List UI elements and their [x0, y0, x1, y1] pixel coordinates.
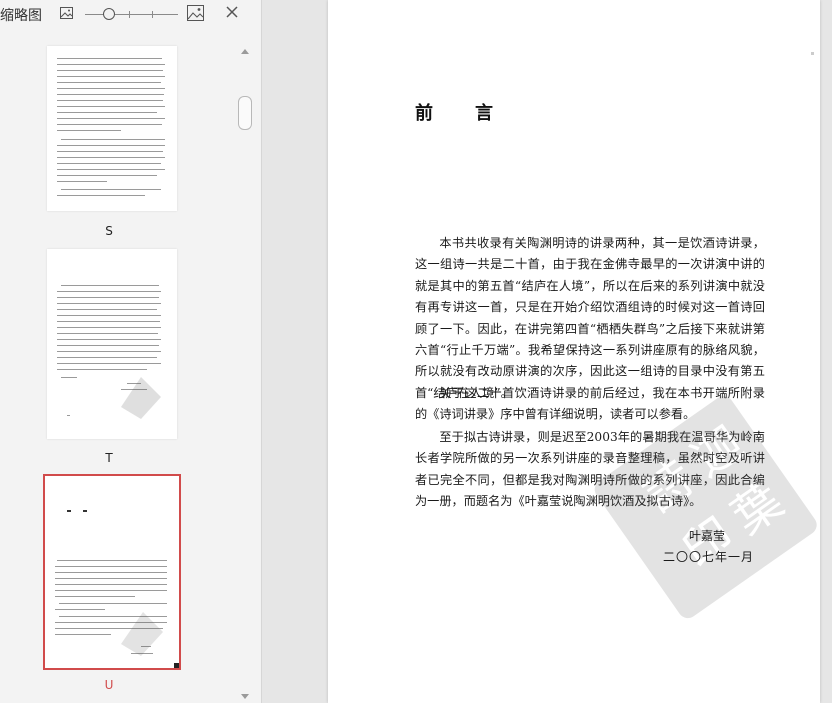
slider-tick: [152, 11, 153, 18]
close-panel-icon[interactable]: [224, 4, 240, 20]
thumbnail-size-slider-handle[interactable]: [103, 8, 115, 20]
watermark-seal-thumbnail: [121, 612, 163, 656]
preface-paragraph: 本书共收录有关陶渊明诗的讲录两种，其一是饮酒诗讲录，这一组诗一共是二十首，由于我…: [415, 236, 765, 400]
page-thumbnail-selected[interactable]: [43, 474, 181, 670]
zoom-in-thumbnail-icon[interactable]: [187, 5, 204, 21]
signature-date: 二〇〇七年一月: [663, 550, 755, 564]
page-thumbnail[interactable]: [47, 46, 177, 211]
thumbnail-toolbar: 缩略图: [0, 0, 262, 30]
scroll-down-arrow-icon[interactable]: [241, 694, 249, 699]
watermark-seal-image: 詩 迦 印 葉: [594, 396, 817, 619]
page-title: 前言: [415, 103, 535, 124]
thumbnail-corner-marker: [174, 663, 179, 668]
thumbnail-panel: 缩略图 S T U: [0, 0, 262, 703]
thumbnail-label-selected: U: [104, 678, 114, 692]
page-edge-mark: [811, 52, 814, 55]
thumbnail-label: S: [105, 224, 113, 238]
watermark-seal-thumbnail: [121, 377, 161, 419]
slider-tick: [129, 11, 130, 18]
page-thumbnail[interactable]: [47, 249, 177, 439]
thumbnail-scrollbar[interactable]: [238, 44, 252, 703]
thumbnail-list: S T U: [0, 30, 238, 703]
scrollbar-thumb[interactable]: [238, 96, 252, 130]
scroll-up-arrow-icon[interactable]: [241, 49, 249, 54]
thumbnail-size-slider-track[interactable]: [85, 14, 178, 15]
panel-title: 缩略图: [0, 8, 42, 24]
document-page: 前言 本书共收录有关陶渊明诗的讲录两种，其一是饮酒诗讲录，这一组诗一共是二十首，…: [328, 0, 820, 703]
author-signature: 叶嘉莹: [689, 529, 726, 543]
thumbnail-label: T: [105, 451, 113, 465]
zoom-out-thumbnail-icon[interactable]: [60, 7, 73, 19]
